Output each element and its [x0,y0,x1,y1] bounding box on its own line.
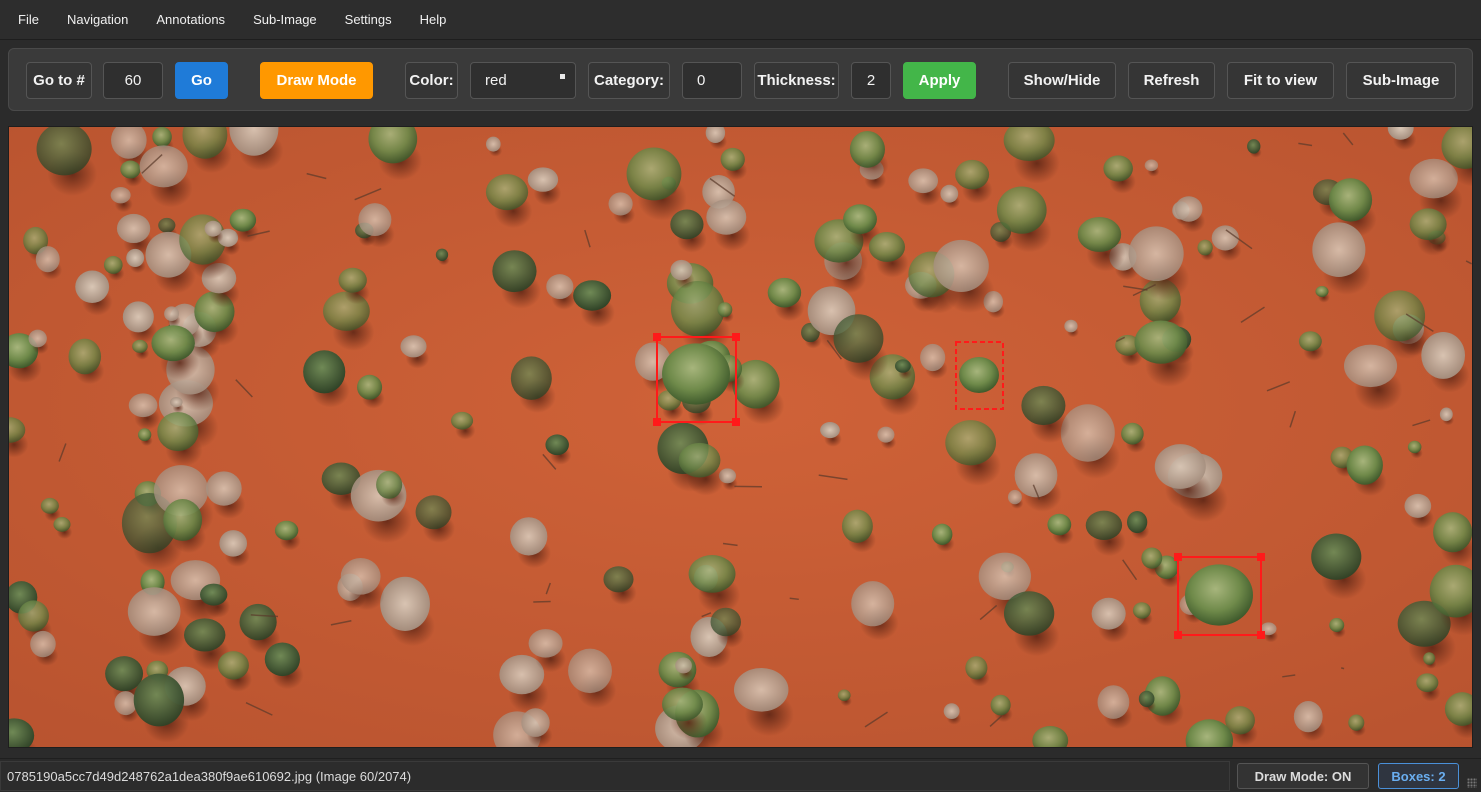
category-input[interactable]: 0 [682,62,742,99]
show-hide-button[interactable]: Show/Hide [1008,62,1116,99]
apply-button[interactable]: Apply [903,62,976,99]
box-resize-handle[interactable] [1257,631,1265,639]
status-boxes-badge: Boxes: 2 [1378,763,1459,789]
thickness-input[interactable]: 2 [851,62,891,99]
box-resize-handle[interactable] [1174,631,1182,639]
menu-settings[interactable]: Settings [331,0,406,40]
goto-input[interactable]: 60 [103,62,163,99]
box-resize-handle[interactable] [732,333,740,341]
color-select-value: red [485,72,507,89]
refresh-button[interactable]: Refresh [1128,62,1215,99]
dropdown-arrow-icon [560,74,565,79]
box-resize-handle[interactable] [1257,553,1265,561]
category-label: Category: [588,62,670,99]
draw-mode-button[interactable]: Draw Mode [260,62,373,99]
status-draw-mode-badge: Draw Mode: ON [1237,763,1369,789]
menu-navigation[interactable]: Navigation [53,0,142,40]
fit-to-view-button[interactable]: Fit to view [1227,62,1334,99]
image-canvas[interactable] [8,126,1473,748]
box-resize-handle[interactable] [653,418,661,426]
box-resize-handle[interactable] [653,333,661,341]
aerial-photo-icon [9,127,1472,747]
menu-annotations[interactable]: Annotations [142,0,239,40]
go-button[interactable]: Go [175,62,228,99]
box-resize-handle[interactable] [732,418,740,426]
sub-image-button[interactable]: Sub-Image [1346,62,1456,99]
menu-file[interactable]: File [4,0,53,40]
thickness-label: Thickness: [754,62,839,99]
status-bar: 0785190a5cc7d49d248762a1dea380f9ae610692… [0,758,1481,792]
color-select[interactable]: red [470,62,576,99]
toolbar: Go to # 60 Go Draw Mode Color: red Categ… [8,48,1473,111]
menu-bar: File Navigation Annotations Sub-Image Se… [0,0,1481,40]
menu-sub-image[interactable]: Sub-Image [239,0,331,40]
box-resize-handle[interactable] [1174,553,1182,561]
color-label: Color: [405,62,458,99]
resize-grip-icon[interactable] [1467,778,1477,788]
status-filename: 0785190a5cc7d49d248762a1dea380f9ae610692… [0,761,1230,791]
menu-help[interactable]: Help [406,0,461,40]
goto-label: Go to # [26,62,92,99]
